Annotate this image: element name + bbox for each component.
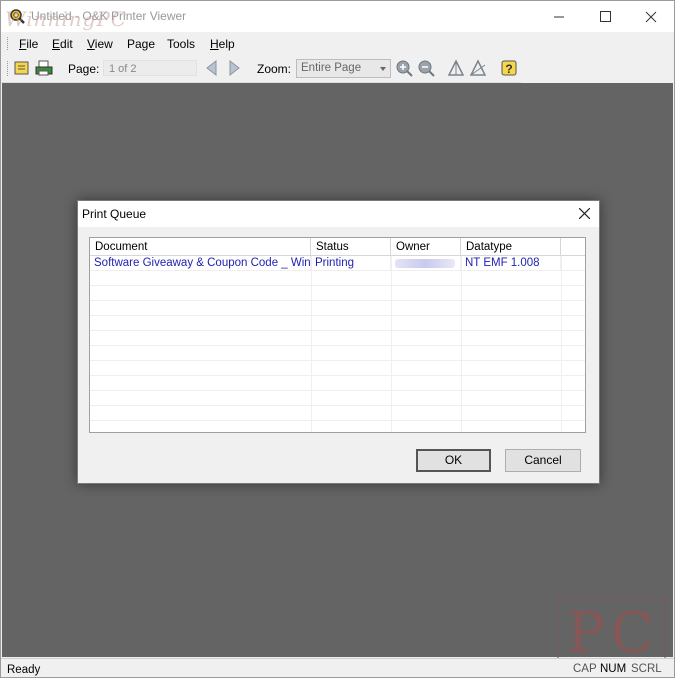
minimize-button[interactable] <box>536 1 582 32</box>
dialog-close-button[interactable] <box>569 201 599 227</box>
toolbar-grip[interactable] <box>7 61 11 76</box>
column-divider <box>311 256 312 432</box>
list-header: Document Status Owner Datatype <box>90 238 585 256</box>
num-indicator: NUM <box>600 663 627 675</box>
minimize-icon <box>554 16 564 18</box>
owner-redacted <box>395 259 455 268</box>
open-icon[interactable] <box>13 59 31 77</box>
status-text: Ready <box>7 664 41 676</box>
scroll-indicator: SCRL <box>631 663 662 675</box>
menu-tools[interactable]: Tools <box>167 37 195 51</box>
empty-row <box>90 391 585 406</box>
zoom-value: Entire Page <box>301 62 362 74</box>
ok-button[interactable]: OK <box>416 449 491 472</box>
zoom-in-icon[interactable] <box>395 59 413 77</box>
empty-row <box>90 346 585 361</box>
print-queue-list[interactable]: Document Status Owner Datatype Software … <box>89 237 586 433</box>
cell-owner <box>391 256 461 270</box>
menu-edit[interactable]: Edit <box>52 37 73 51</box>
zoom-out-icon[interactable] <box>417 59 435 77</box>
title-bar: Untitled - O&K Printer Viewer WinningPC <box>1 1 674 32</box>
maximize-button[interactable] <box>582 1 628 32</box>
close-window-button[interactable] <box>628 1 674 32</box>
menu-file[interactable]: File <box>19 37 38 51</box>
page-label: Page: <box>68 62 100 76</box>
empty-row <box>90 316 585 331</box>
column-header-owner[interactable]: Owner <box>391 238 461 255</box>
rotate-left-icon[interactable] <box>447 59 465 77</box>
cell-datatype: NT EMF 1.008 <box>461 256 561 270</box>
close-icon <box>645 11 657 23</box>
page-number-field[interactable]: 1 of 2 <box>103 60 197 76</box>
printer-app-icon <box>9 8 25 24</box>
empty-row <box>90 301 585 316</box>
print-icon[interactable] <box>35 59 53 77</box>
zoom-dropdown[interactable]: Entire Page <box>296 59 391 78</box>
menu-help[interactable]: Help <box>210 37 235 51</box>
rotate-right-icon[interactable] <box>469 59 487 77</box>
column-divider <box>461 256 462 432</box>
column-header-document[interactable]: Document <box>90 238 311 255</box>
empty-row <box>90 406 585 421</box>
empty-row <box>90 331 585 346</box>
zoom-label: Zoom: <box>257 62 292 76</box>
menu-grip[interactable] <box>7 37 11 50</box>
toolbar: Page: Zoom: ? <box>1 55 521 83</box>
table-row[interactable]: Software Giveaway & Coupon Code _ Win...… <box>90 256 585 271</box>
cancel-button[interactable]: Cancel <box>505 449 581 472</box>
status-bar: Ready CAP NUM SCRL <box>1 658 674 677</box>
close-icon <box>579 208 590 219</box>
dialog-title: Print Queue <box>82 207 147 221</box>
maximize-icon <box>600 11 611 22</box>
chevron-down-icon <box>380 67 386 71</box>
column-header-status[interactable]: Status <box>311 238 391 255</box>
menu-view[interactable]: View <box>87 37 113 51</box>
svg-text:?: ? <box>505 62 512 76</box>
caps-indicator: CAP <box>573 663 597 675</box>
empty-row <box>90 271 585 286</box>
column-divider <box>561 256 562 432</box>
cell-status: Printing <box>311 256 391 270</box>
empty-row <box>90 376 585 391</box>
dialog-title-bar: Print Queue <box>78 201 599 227</box>
help-icon[interactable]: ? <box>500 59 518 77</box>
empty-row <box>90 286 585 301</box>
column-divider <box>391 256 392 432</box>
menu-page[interactable]: Page <box>127 37 155 51</box>
empty-row <box>90 361 585 376</box>
window-title: Untitled - O&K Printer Viewer <box>31 9 187 23</box>
prev-page-icon[interactable] <box>203 59 221 77</box>
cell-document: Software Giveaway & Coupon Code _ Win... <box>90 256 311 270</box>
menu-bar: File Edit View Page Tools Help <box>1 32 674 55</box>
next-page-icon[interactable] <box>225 59 243 77</box>
column-header-datatype[interactable]: Datatype <box>461 238 561 255</box>
print-queue-dialog: Print Queue Document Status Owner Dataty… <box>77 200 600 484</box>
